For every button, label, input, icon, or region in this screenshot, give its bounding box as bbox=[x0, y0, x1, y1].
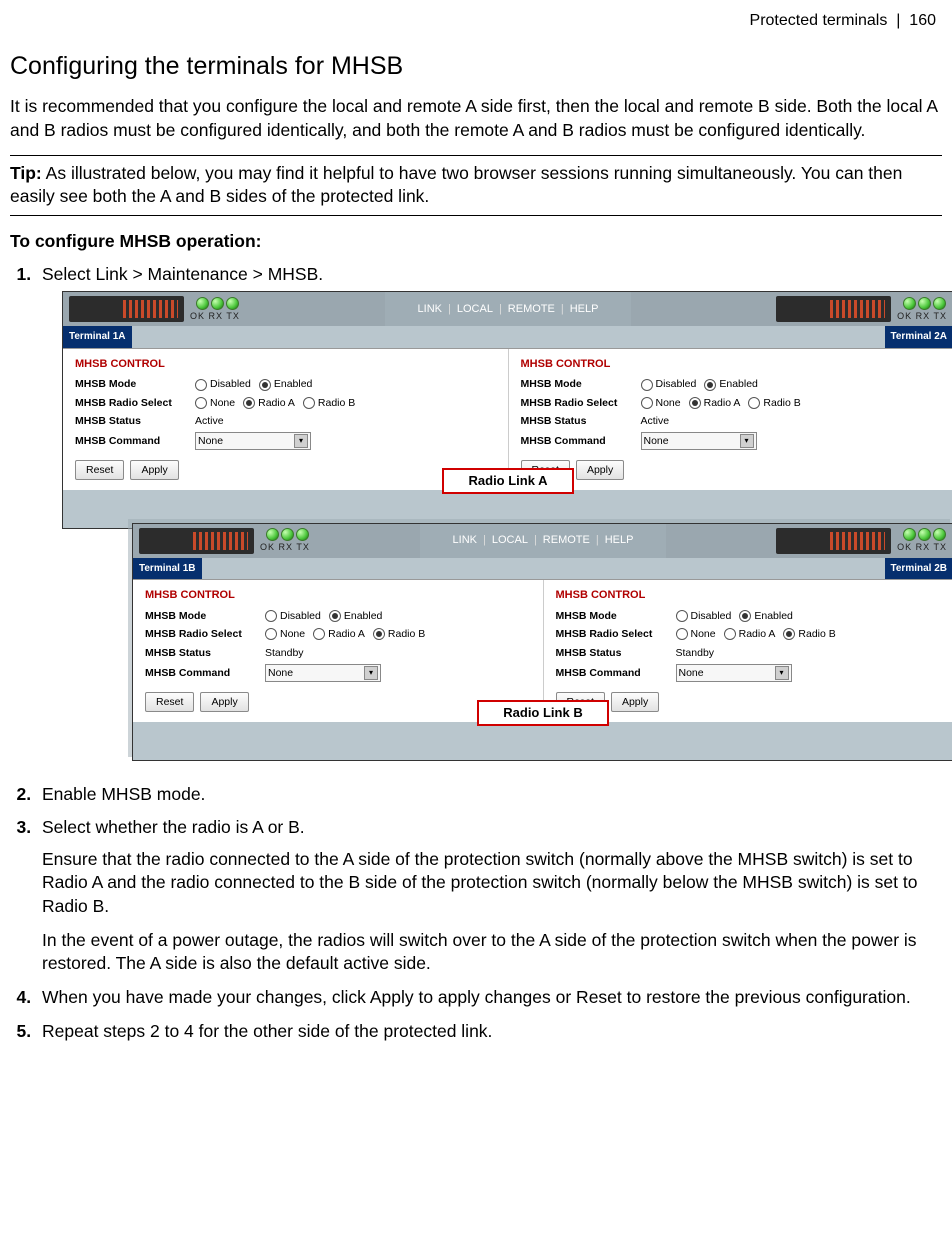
led-tx-icon bbox=[226, 297, 239, 310]
terminal-1a-label: Terminal 1A bbox=[63, 326, 132, 348]
pane-terminal-1a: MHSB CONTROL MHSB Mode Disabled Enabled … bbox=[63, 349, 508, 491]
chevron-down-icon: ▾ bbox=[294, 434, 308, 448]
nav-menu[interactable]: LINK| LOCAL| REMOTE| HELP bbox=[385, 292, 632, 326]
screenshot-area: OK RX TX LINK| LOCAL| REMOTE| HELP OK bbox=[62, 291, 942, 761]
nav-menu[interactable]: LINK| LOCAL| REMOTE| HELP bbox=[420, 524, 667, 558]
command-select[interactable]: None▾ bbox=[676, 664, 792, 682]
apply-button[interactable]: Apply bbox=[611, 692, 659, 712]
command-select[interactable]: None▾ bbox=[195, 432, 311, 450]
procedure-heading: To configure MHSB operation: bbox=[10, 230, 942, 254]
mode-disabled[interactable]: Disabled bbox=[195, 377, 251, 391]
terminal-2b-label: Terminal 2B bbox=[885, 558, 952, 580]
apply-button[interactable]: Apply bbox=[576, 460, 624, 480]
pane-terminal-2a: MHSB CONTROL MHSB Mode Disabled Enabled … bbox=[508, 349, 952, 491]
command-select[interactable]: None▾ bbox=[641, 432, 757, 450]
step-4: When you have made your changes, click A… bbox=[36, 986, 942, 1010]
led-rx-icon bbox=[211, 297, 224, 310]
radio-a[interactable]: Radio A bbox=[243, 396, 295, 410]
device-icon bbox=[776, 528, 891, 554]
page-header: Protected terminals | 160 bbox=[10, 10, 942, 32]
apply-button[interactable]: Apply bbox=[130, 460, 178, 480]
chevron-down-icon: ▾ bbox=[740, 434, 754, 448]
step-list: Select Link > Maintenance > MHSB. OK RX … bbox=[10, 263, 942, 1043]
device-icon bbox=[139, 528, 254, 554]
device-icon bbox=[776, 296, 891, 322]
step-2: Enable MHSB mode. bbox=[36, 783, 942, 807]
reset-button[interactable]: Reset bbox=[145, 692, 194, 712]
tip-label: Tip: bbox=[10, 163, 42, 183]
terminal-1b-label: Terminal 1B bbox=[133, 558, 202, 580]
led-ok-icon bbox=[196, 297, 209, 310]
radio-none[interactable]: None bbox=[195, 396, 235, 410]
tip-text: As illustrated below, you may find it he… bbox=[10, 163, 902, 207]
step-1: Select Link > Maintenance > MHSB. OK RX … bbox=[36, 263, 942, 760]
mode-enabled[interactable]: Enabled bbox=[259, 377, 313, 391]
intro-paragraph: It is recommended that you configure the… bbox=[10, 95, 942, 142]
terminal-2a-label: Terminal 2A bbox=[885, 326, 952, 348]
window-link-b: OK RX TX LINK| LOCAL| REMOTE| HELP OK bbox=[132, 523, 952, 761]
tip-box: Tip: As illustrated below, you may find … bbox=[10, 155, 942, 216]
page-title: Configuring the terminals for MHSB bbox=[10, 50, 942, 84]
radio-link-a-label: Radio Link A bbox=[442, 468, 574, 494]
device-icon bbox=[69, 296, 184, 322]
chevron-down-icon: ▾ bbox=[775, 666, 789, 680]
radio-b[interactable]: Radio B bbox=[303, 396, 355, 410]
window-link-a: OK RX TX LINK| LOCAL| REMOTE| HELP OK bbox=[62, 291, 952, 529]
step-3: Select whether the radio is A or B. Ensu… bbox=[36, 816, 942, 976]
reset-button[interactable]: Reset bbox=[75, 460, 124, 480]
radio-link-b-label: Radio Link B bbox=[477, 700, 609, 726]
step-5: Repeat steps 2 to 4 for the other side o… bbox=[36, 1020, 942, 1044]
command-select[interactable]: None▾ bbox=[265, 664, 381, 682]
apply-button[interactable]: Apply bbox=[200, 692, 248, 712]
status-value: Active bbox=[195, 414, 224, 428]
chevron-down-icon: ▾ bbox=[364, 666, 378, 680]
page-number: 160 bbox=[909, 12, 936, 29]
header-section: Protected terminals bbox=[750, 12, 888, 29]
